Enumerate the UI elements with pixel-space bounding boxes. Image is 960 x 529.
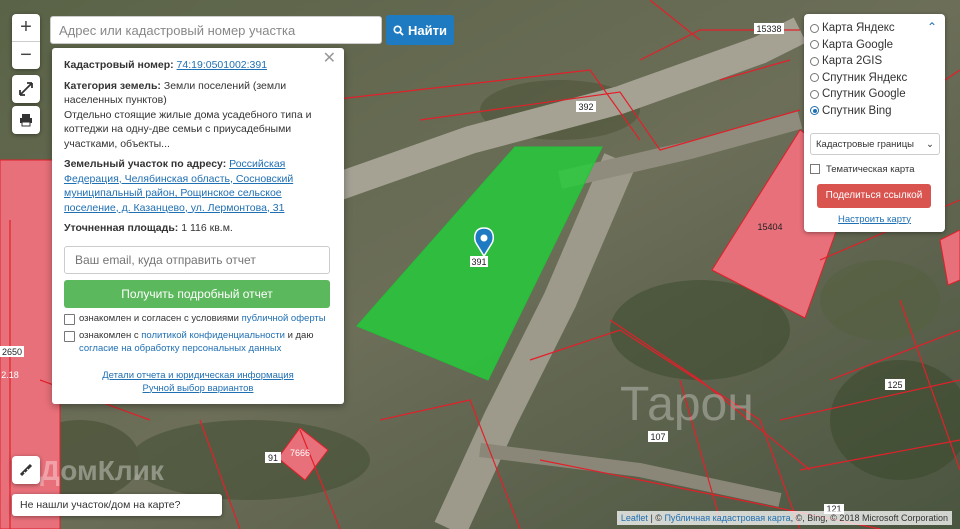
layer-option-label: Карта Google <box>822 38 894 51</box>
map-label: 2.18 <box>1 370 19 380</box>
radio-button[interactable] <box>810 56 819 66</box>
get-report-button[interactable]: Получить подробный отчет <box>64 279 330 308</box>
parcel-info-popup: ✕ Кадастровый номер: 74:19:0501002:391 К… <box>52 48 344 404</box>
map-label: 125 <box>887 380 902 390</box>
share-link-button[interactable]: Поделиться ссылкой <box>817 183 931 208</box>
radio-button[interactable] <box>810 40 819 50</box>
address-label: Земельный участок по адресу: <box>64 158 227 170</box>
report-details-link[interactable]: Детали отчета и юридическая информация <box>64 369 332 382</box>
cadastral-label: Кадастровый номер: <box>64 59 174 71</box>
map-attribution: Leaflet | © Публичная кадастровая карта,… <box>616 511 952 525</box>
layer-option[interactable]: Карта Google <box>810 37 939 54</box>
zoom-in-button[interactable]: + <box>12 14 40 41</box>
radio-button[interactable] <box>810 89 819 99</box>
attribution-text: , ©, Bing, © 2018 Microsoft Corporation <box>790 513 948 523</box>
overlay-select-value: Кадастровые границы <box>816 139 914 150</box>
overlay-select[interactable]: Кадастровые границы ⌄ <box>810 133 940 155</box>
map-label: 2650 <box>2 347 22 357</box>
map-label: 15404 <box>757 222 782 232</box>
attribution-copy: © <box>655 513 662 523</box>
zoom-control: + − <box>12 14 40 69</box>
parcel-not-found-button[interactable]: Не нашли участок/дом на карте? <box>12 494 222 516</box>
radio-button[interactable] <box>810 73 819 83</box>
layer-option-label: Спутник Google <box>822 88 906 101</box>
consent-text: ознакомлен с <box>79 329 139 341</box>
search-icon <box>393 24 404 36</box>
layer-option[interactable]: Карта 2GIS <box>810 53 939 70</box>
thematic-map-checkbox[interactable]: Тематическая карта <box>810 161 939 178</box>
configure-map-link[interactable]: Настроить карту <box>810 214 939 225</box>
map-label: 392 <box>578 102 593 112</box>
radio-button[interactable] <box>810 23 819 33</box>
area-label: Уточненная площадь: <box>64 222 179 234</box>
email-field[interactable] <box>64 245 330 274</box>
search-button[interactable]: Найти <box>386 15 454 45</box>
chevron-down-icon: ⌄ <box>926 139 934 150</box>
layer-switcher: ⌃ Карта Яндекс Карта Google Карта 2GIS Спут… <box>804 14 945 232</box>
layer-option-label: Карта Яндекс <box>822 22 895 35</box>
thematic-map-label: Тематическая карта <box>826 163 915 175</box>
consent-text: ознакомлен и согласен с условиями <box>79 312 239 324</box>
map-label: 107 <box>650 432 665 442</box>
map-label: 7666 <box>290 448 310 458</box>
zoom-out-button[interactable]: − <box>12 41 40 69</box>
ruler-button[interactable] <box>12 456 40 484</box>
fullscreen-icon <box>19 82 33 96</box>
cadastral-number-link[interactable]: 74:19:0501002:391 <box>177 59 268 71</box>
usage-description: Отдельно стоящие жилые дома усадебного т… <box>64 108 312 150</box>
map-label: 391 <box>471 257 486 267</box>
checkbox[interactable] <box>64 313 75 325</box>
offer-link[interactable]: публичной оферты <box>242 313 326 324</box>
chevron-up-icon[interactable]: ⌃ <box>927 20 937 34</box>
radio-button[interactable] <box>810 106 819 116</box>
map-label: 91 <box>268 453 278 463</box>
data-processing-link[interactable]: согласие на обработку персональных данны… <box>79 343 281 354</box>
layer-option[interactable]: Спутник Яндекс <box>810 70 939 87</box>
checkbox[interactable] <box>64 330 75 342</box>
layer-option-label: Спутник Bing <box>822 104 892 117</box>
attribution-separator: | <box>650 513 653 523</box>
watermark: Тарон <box>620 378 754 431</box>
layer-option-label: Спутник Яндекс <box>822 71 908 84</box>
print-icon <box>20 114 32 127</box>
layer-option[interactable]: Карта Яндекс <box>810 20 939 37</box>
area-value: 1 116 кв.м. <box>181 222 233 234</box>
layer-option-label: Карта 2GIS <box>822 55 883 68</box>
search-button-label: Найти <box>408 22 447 38</box>
search-input[interactable] <box>50 16 382 44</box>
map-label: 15338 <box>756 24 781 34</box>
fullscreen-button[interactable] <box>12 75 40 103</box>
leaflet-link[interactable]: Leaflet <box>621 513 648 523</box>
privacy-policy-link[interactable]: политикой конфиденциальности <box>141 330 285 341</box>
print-button[interactable] <box>12 106 40 134</box>
pkk-link[interactable]: Публичная кадастровая карта <box>664 513 790 523</box>
layer-option[interactable]: Спутник Google <box>810 86 939 103</box>
layer-option[interactable]: Спутник Bing <box>810 103 939 120</box>
category-label: Категория земель: <box>64 79 161 92</box>
watermark: ДомКлик <box>40 455 165 486</box>
manual-selection-link[interactable]: Ручной выбор вариантов <box>64 382 332 395</box>
checkbox[interactable] <box>810 164 820 175</box>
close-icon[interactable]: ✕ <box>323 51 336 67</box>
offer-consent-checkbox[interactable]: ознакомлен и согласен с условиями публич… <box>64 312 332 325</box>
ruler-icon <box>19 463 33 477</box>
privacy-consent-checkbox[interactable]: ознакомлен с политикой конфиденциальност… <box>64 329 332 355</box>
consent-text: и даю <box>287 329 314 341</box>
